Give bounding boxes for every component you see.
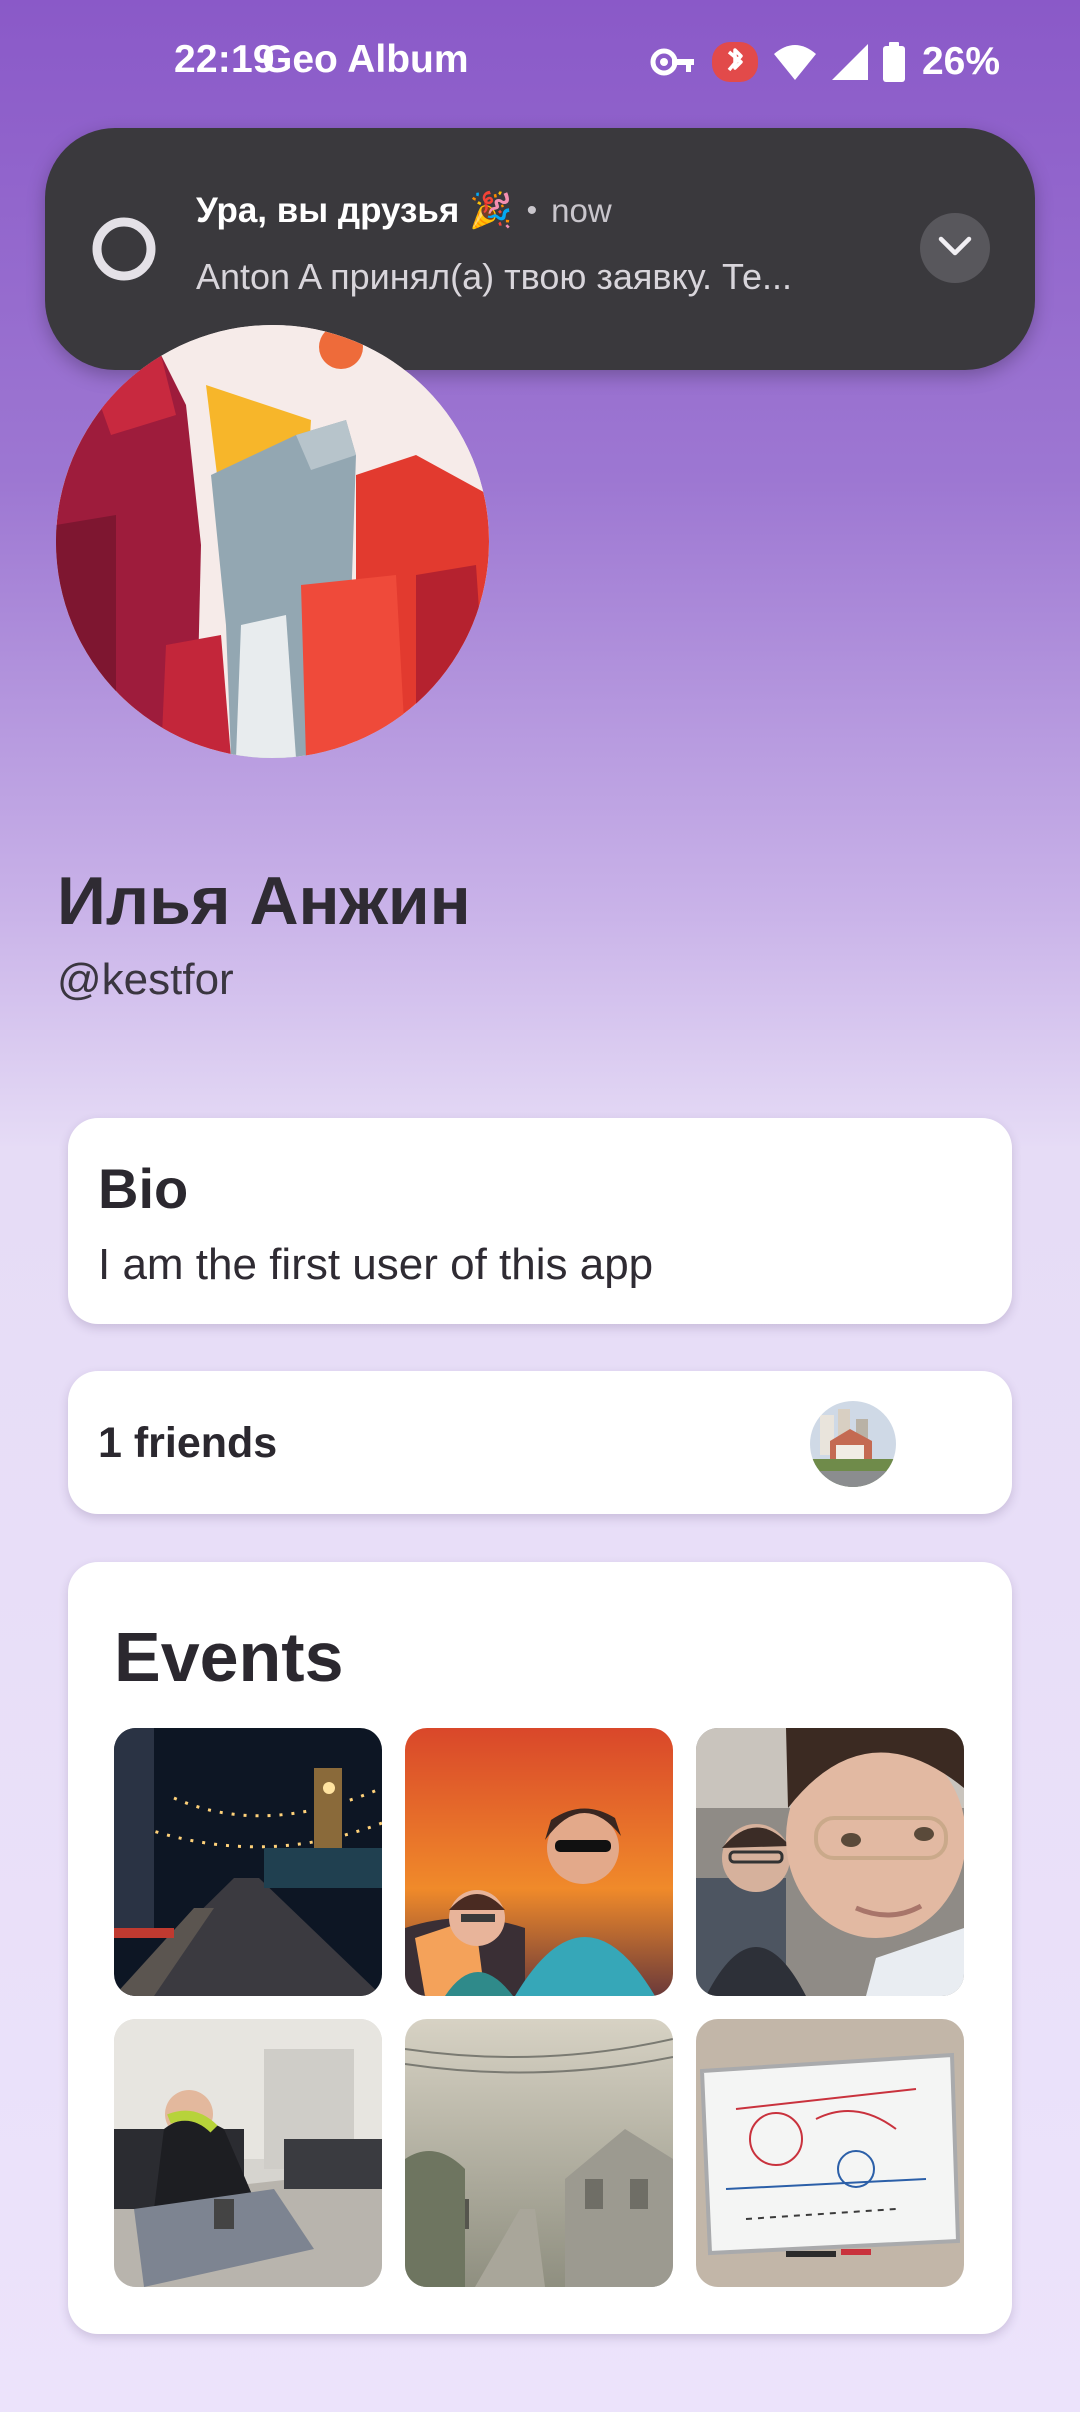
- foggy-road-photo[interactable]: [405, 2019, 673, 2287]
- events-card: Events: [68, 1562, 1012, 2334]
- notification-card[interactable]: [45, 128, 1035, 370]
- bio-title: Bio: [98, 1157, 189, 1220]
- whiteboard-photo[interactable]: [696, 2019, 964, 2287]
- notification-separator: •: [526, 193, 538, 227]
- bio-card: Bio I am the first user of this app: [68, 1118, 1012, 1324]
- battery-percentage: 26%: [921, 40, 1000, 83]
- events-grid: [114, 1728, 964, 2287]
- bluetooth-icon: [710, 40, 760, 84]
- wifi-icon: [772, 42, 818, 82]
- bio-text: I am the first user of this app: [98, 1240, 654, 1289]
- friends-count: 1 friends: [98, 1419, 278, 1467]
- profile-avatar[interactable]: [56, 325, 489, 758]
- status-icons: 26%: [650, 40, 1000, 84]
- friends-card[interactable]: 1 friends: [68, 1371, 1012, 1514]
- chevron-down-icon: [937, 235, 973, 262]
- battery-icon: [882, 42, 906, 82]
- status-app-name: Geo Album: [262, 38, 469, 81]
- profile-handle: @kestfor: [57, 955, 234, 1004]
- notification-time: now: [551, 191, 612, 229]
- airport-lounge-photo[interactable]: [114, 2019, 382, 2287]
- notification-header: Ура, вы друзья 🎉 • now: [196, 190, 612, 231]
- profile-name: Илья Анжин: [57, 863, 471, 939]
- notification-expand-button[interactable]: [920, 213, 990, 283]
- status-time: 22:19: [174, 38, 275, 81]
- events-title: Events: [114, 1618, 344, 1696]
- sunset-selfie-photo[interactable]: [405, 1728, 673, 1996]
- notification-title: Ура, вы друзья 🎉: [196, 191, 513, 230]
- cellular-signal-icon: [830, 42, 870, 82]
- night-street-photo[interactable]: [114, 1728, 382, 1996]
- ring-icon: [90, 215, 158, 288]
- friend-avatar[interactable]: [810, 1401, 896, 1487]
- vpn-key-icon: [650, 42, 698, 82]
- airplane-selfie-photo[interactable]: [696, 1728, 964, 1996]
- status-bar: 22:19 Geo Album 26%: [0, 0, 1080, 128]
- notification-body: Anton A принял(а) твою заявку. Те...: [196, 256, 793, 297]
